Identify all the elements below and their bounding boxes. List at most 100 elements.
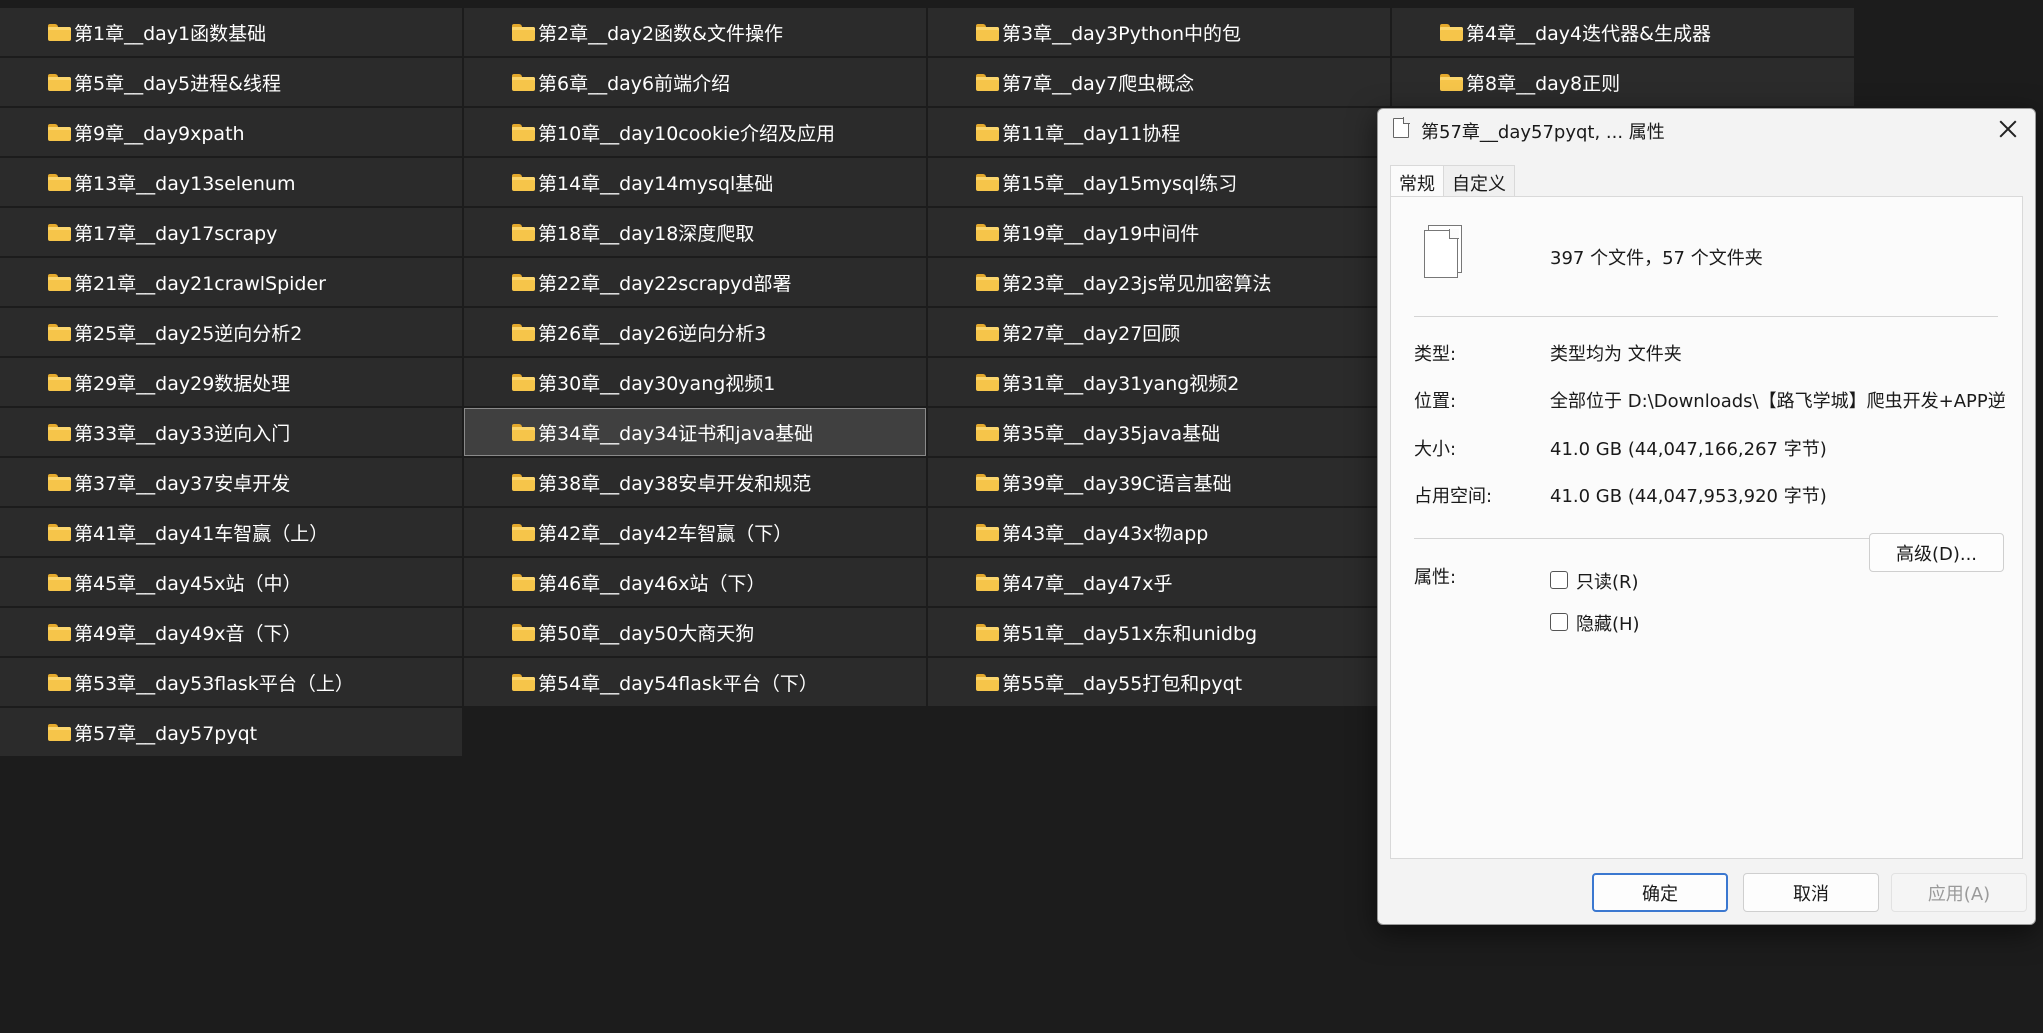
folder-label: 第47章__day47x乎 [1002,572,1173,595]
folder-item[interactable]: 第31章__day31yang视频2 [928,358,1390,406]
folder-icon [512,524,535,541]
folder-item[interactable]: 第1章__day1函数基础 [0,8,462,56]
folder-icon [512,224,535,241]
folder-label: 第18章__day18深度爬取 [538,222,755,245]
folder-item[interactable]: 第47章__day47x乎 [928,558,1390,606]
folder-icon [1440,74,1463,91]
size-value: 41.0 GB (44,047,166,267 字节) [1550,439,1827,460]
folder-label: 第19章__day19中间件 [1002,222,1200,245]
folder-icon [976,524,999,541]
disk-size-value: 41.0 GB (44,047,953,920 字节) [1550,486,1827,507]
folder-item[interactable]: 第34章__day34证书和java基础 [464,408,926,456]
folder-item[interactable]: 第38章__day38安卓开发和规范 [464,458,926,506]
folder-item[interactable]: 第22章__day22scrapyd部署 [464,258,926,306]
readonly-label[interactable]: 只读(R) [1576,568,1639,594]
folder-label: 第1章__day1函数基础 [74,22,267,45]
folder-label: 第5章__day5进程&线程 [74,72,281,95]
folder-item[interactable]: 第15章__day15mysql练习 [928,158,1390,206]
folder-icon [512,624,535,641]
folder-item[interactable]: 第14章__day14mysql基础 [464,158,926,206]
folder-item[interactable]: 第55章__day55打包和pyqt [928,658,1390,706]
folder-item[interactable]: 第42章__day42车智赢（下） [464,508,926,556]
tab-custom[interactable]: 自定义 [1444,165,1515,197]
folder-icon [1440,24,1463,41]
folder-label: 第27章__day27回顾 [1002,322,1181,345]
folder-item[interactable]: 第5章__day5进程&线程 [0,58,462,106]
folder-item[interactable]: 第21章__day21crawlSpider [0,258,462,306]
folder-icon [976,274,999,291]
folder-icon [976,674,999,691]
folder-item[interactable]: 第10章__day10cookie介绍及应用 [464,108,926,156]
folder-item[interactable]: 第33章__day33逆向入门 [0,408,462,456]
folder-item[interactable]: 第53章__day53flask平台（上） [0,658,462,706]
folder-label: 第46章__day46x站（下） [538,572,766,595]
folder-label: 第23章__day23js常见加密算法 [1002,272,1272,295]
folder-item[interactable]: 第7章__day7爬虫概念 [928,58,1390,106]
folder-icon [48,524,71,541]
folder-icon [48,124,71,141]
folder-item[interactable]: 第3章__day3Python中的包 [928,8,1390,56]
folder-label: 第37章__day37安卓开发 [74,472,291,495]
folder-item[interactable]: 第8章__day8正则 [1392,58,1854,106]
folder-item[interactable]: 第9章__day9xpath [0,108,462,156]
folder-item[interactable]: 第17章__day17scrapy [0,208,462,256]
folder-item[interactable]: 第51章__day51x东和unidbg [928,608,1390,656]
folder-item[interactable]: 第46章__day46x站（下） [464,558,926,606]
folder-item[interactable]: 第23章__day23js常见加密算法 [928,258,1390,306]
apply-button[interactable]: 应用(A) [1891,873,2027,912]
folder-label: 第26章__day26逆向分析3 [538,322,767,345]
cancel-button[interactable]: 取消 [1743,873,1879,912]
folder-label: 第50章__day50大商天狗 [538,622,755,645]
folder-icon [512,474,535,491]
close-icon[interactable] [1993,115,2023,143]
folder-icon [512,74,535,91]
folder-item[interactable]: 第4章__day4迭代器&生成器 [1392,8,1854,56]
folder-item[interactable]: 第37章__day37安卓开发 [0,458,462,506]
folder-item[interactable]: 第26章__day26逆向分析3 [464,308,926,356]
folder-item[interactable]: 第39章__day39C语言基础 [928,458,1390,506]
folder-item[interactable]: 第2章__day2函数&文件操作 [464,8,926,56]
folder-item[interactable]: 第19章__day19中间件 [928,208,1390,256]
folder-label: 第55章__day55打包和pyqt [1002,672,1243,695]
folder-label: 第30章__day30yang视频1 [538,372,776,395]
hidden-checkbox[interactable] [1550,613,1568,631]
folder-item[interactable]: 第27章__day27回顾 [928,308,1390,356]
hidden-label[interactable]: 隐藏(H) [1576,610,1640,636]
folder-label: 第31章__day31yang视频2 [1002,372,1240,395]
folder-item[interactable]: 第25章__day25逆向分析2 [0,308,462,356]
folder-item[interactable]: 第50章__day50大商天狗 [464,608,926,656]
folder-label: 第54章__day54flask平台（下） [538,672,818,695]
folder-label: 第3章__day3Python中的包 [1002,22,1241,45]
folder-label: 第15章__day15mysql练习 [1002,172,1238,195]
folder-label: 第35章__day35java基础 [1002,422,1221,445]
advanced-button[interactable]: 高级(D)... [1869,533,2004,572]
tab-general[interactable]: 常规 [1390,165,1444,197]
folder-item[interactable]: 第35章__day35java基础 [928,408,1390,456]
dialog-titlebar[interactable]: 第57章__day57pyqt, ... 属性 [1378,109,2035,149]
folder-item[interactable]: 第18章__day18深度爬取 [464,208,926,256]
folder-item[interactable]: 第57章__day57pyqt [0,708,462,756]
folder-icon [976,374,999,391]
folder-item[interactable]: 第11章__day11协程 [928,108,1390,156]
folder-icon [512,274,535,291]
readonly-checkbox[interactable] [1550,571,1568,589]
folder-label: 第17章__day17scrapy [74,222,278,245]
document-icon [1424,225,1464,279]
folder-item[interactable]: 第30章__day30yang视频1 [464,358,926,406]
size-label: 大小: [1414,439,1457,460]
folder-label: 第57章__day57pyqt [74,722,258,745]
file-count: 397 个文件，57 个文件夹 [1550,248,1763,269]
folder-item[interactable]: 第43章__day43x物app [928,508,1390,556]
dialog-tabs: 常规 自定义 [1390,165,1515,197]
folder-item[interactable]: 第41章__day41车智赢（上） [0,508,462,556]
folder-item[interactable]: 第54章__day54flask平台（下） [464,658,926,706]
folder-item[interactable]: 第49章__day49x音（下） [0,608,462,656]
folder-item[interactable]: 第6章__day6前端介绍 [464,58,926,106]
folder-item[interactable]: 第45章__day45x站（中） [0,558,462,606]
folder-item[interactable]: 第29章__day29数据处理 [0,358,462,406]
folder-label: 第33章__day33逆向入门 [74,422,291,445]
folder-label: 第45章__day45x站（中） [74,572,302,595]
folder-item[interactable]: 第13章__day13selenum [0,158,462,206]
folder-icon [976,224,999,241]
ok-button[interactable]: 确定 [1592,873,1728,912]
